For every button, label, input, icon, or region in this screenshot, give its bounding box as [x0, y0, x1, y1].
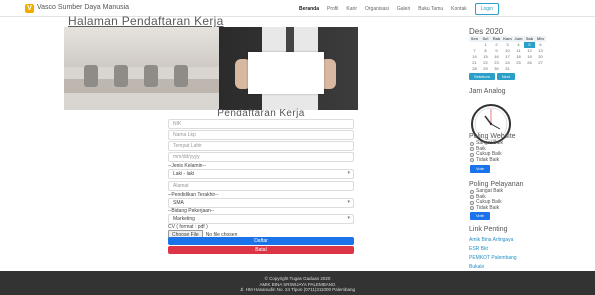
radio-icon[interactable] [470, 147, 474, 152]
calendar-body: 1 2 3 4 5 6 7 8 9 10 11 12 13 14 15 16 17 18 19 20 21 22 23 24 2… [469, 42, 547, 72]
calendar-day[interactable]: 29 [480, 66, 491, 72]
footer-address: Jl. HM Hasanudin No. 24 Tlpon (0711)3110… [239, 287, 356, 292]
clock-title: Jam Analog [469, 88, 506, 95]
poll-option[interactable]: Tidak Baik [470, 205, 503, 212]
radio-icon[interactable] [470, 189, 474, 194]
radio-icon[interactable] [470, 141, 474, 146]
important-links: Amik Bina Arlingaya ESR Bkt PEMKOT Palem… [469, 236, 517, 272]
nama-input[interactable]: Nama Lkp [168, 130, 354, 140]
nav-item-galeri[interactable]: Galeri [397, 6, 410, 12]
nav-item-karir[interactable]: Karir [346, 6, 357, 12]
brand-logo-icon[interactable]: V [25, 4, 34, 13]
calendar-prev-button[interactable]: Sebelum [469, 73, 495, 80]
bidang-select[interactable]: Marketing [168, 214, 354, 224]
nav-item-profil[interactable]: Profil [327, 6, 338, 12]
login-button[interactable]: Login [474, 3, 499, 15]
calendar-day[interactable]: 30 [491, 66, 502, 72]
alamat-input[interactable]: Alamat [168, 181, 354, 191]
brand-title[interactable]: Vasco Sumber Daya Manusia [37, 4, 129, 11]
poll-website-options: Sangat Baik Baik Cukup Baik Tidak Baik [470, 140, 503, 164]
calendar-day[interactable]: 31 [502, 66, 513, 72]
calendar-day [535, 66, 546, 72]
tempat-lahir-input[interactable]: Tempat Lahir [168, 141, 354, 151]
calendar-next-button[interactable]: Next [496, 73, 516, 80]
calendar-title: Des 2020 [469, 27, 504, 36]
calendar-nav: Sebelum Next [469, 73, 516, 80]
links-title: Link Penting [469, 226, 508, 233]
calendar-day[interactable]: 28 [469, 66, 480, 72]
calendar-day [524, 66, 535, 72]
nav-item-buku-tamu[interactable]: Buku Tamu [418, 6, 443, 12]
main-nav: Beranda Profil Karir Organisasi Galeri B… [299, 3, 499, 15]
poll-service-options: Sangat Baik Baik Cukup Baik Tidak Baik [470, 188, 503, 212]
link-item[interactable]: PEMKOT Palembang [469, 254, 517, 263]
radio-icon[interactable] [470, 158, 474, 163]
poll-website-vote-button[interactable]: Vote [470, 165, 490, 173]
page-title: Halaman Pendaftaran Kerja [68, 14, 224, 28]
link-item[interactable]: Amik Bina Arlingaya [469, 236, 517, 245]
jenis-kelamin-select[interactable]: Laki - laki [168, 169, 354, 179]
tanggal-lahir-input[interactable]: mm/dd/yyyy [168, 152, 354, 162]
poll-service-title: Poling Pelayanan [469, 181, 524, 188]
pendidikan-select[interactable]: SMA [168, 198, 354, 208]
calendar-day [513, 66, 524, 72]
radio-icon[interactable] [470, 200, 474, 205]
calendar-week-row: 28 29 30 31 [469, 66, 547, 72]
link-item[interactable]: ESR Bkt [469, 245, 517, 254]
nav-item-kontak[interactable]: Kontak [451, 6, 467, 12]
radio-icon[interactable] [470, 206, 474, 211]
hero-image [64, 27, 358, 110]
poll-service-vote-button[interactable]: Vote [470, 212, 490, 220]
poll-website-title: Poling Website [469, 133, 516, 140]
daftar-button[interactable]: Daftar [168, 237, 354, 245]
nav-item-beranda[interactable]: Beranda [299, 6, 319, 12]
footer: © Copyright Tugas Gaduan 2020 AMIK BINA … [0, 271, 595, 295]
batal-button[interactable]: Batal [168, 246, 354, 254]
nik-input[interactable]: NIK [168, 119, 354, 129]
radio-icon[interactable] [470, 195, 474, 200]
poll-option[interactable]: Tidak Baik [470, 157, 503, 164]
form-title: Pendaftaran Kerja [217, 108, 305, 119]
radio-icon[interactable] [470, 152, 474, 157]
calendar: Sen Sel Rab Kam Jum Sab Min 1 2 3 4 5 6 7 8 9 10 1… [469, 36, 547, 72]
nav-item-organisasi[interactable]: Organisasi [365, 6, 389, 12]
